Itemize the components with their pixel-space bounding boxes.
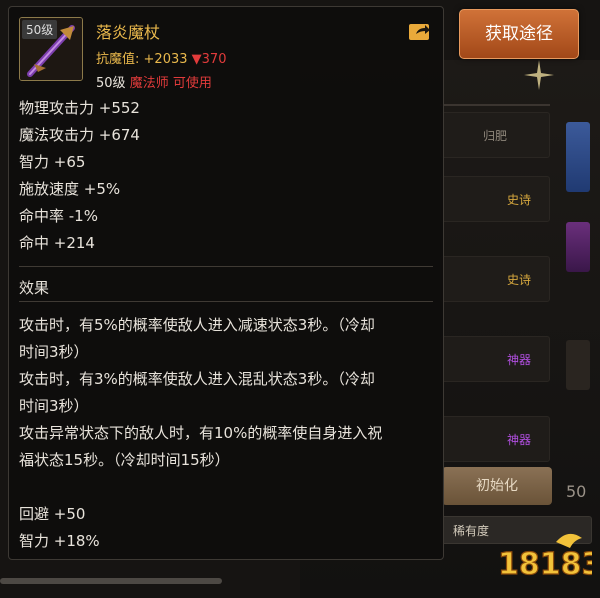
item-level-badge: 50级: [22, 20, 58, 39]
bonus-stat-list: 回避 +50 智力 +18%: [19, 501, 100, 555]
background-row[interactable]: 神器: [440, 336, 550, 382]
obtain-path-button[interactable]: 获取途径: [459, 9, 579, 59]
background-divider: [440, 104, 550, 106]
watermark-logo: 18183: [496, 528, 600, 586]
background-row[interactable]: 史诗: [440, 256, 550, 302]
stat-list: 物理攻击力 +552 魔法攻击力 +674 智力 +65 施放速度 +5% 命中…: [19, 95, 140, 257]
requirement-row: 50级 魔法师 可使用: [96, 72, 212, 91]
resist-value: +2033: [143, 52, 188, 67]
background-row[interactable]: 神器: [440, 416, 550, 462]
side-item-thumbnail[interactable]: [566, 222, 590, 272]
effect-title: 效果: [19, 279, 50, 297]
share-icon[interactable]: [408, 21, 432, 41]
rarity-label: 神器: [507, 353, 532, 367]
bonus-stat-line: 智力 +18%: [19, 532, 100, 550]
effect-line: 时间3秒）: [19, 397, 89, 415]
divider: [19, 301, 433, 302]
rarity-select-label: 稀有度: [453, 524, 490, 538]
bonus-stat-line: 回避 +50: [19, 505, 86, 523]
rarity-label: 神器: [507, 433, 532, 447]
stat-line: 智力 +65: [19, 153, 86, 171]
background-row[interactable]: 史诗: [440, 176, 550, 222]
effect-line: 攻击异常状态下的敌人时，有10%的概率使自身进入祝: [19, 424, 383, 442]
sparkle-icon: [524, 60, 554, 90]
side-item-thumbnail[interactable]: [566, 122, 590, 192]
background-tab[interactable]: 归肥: [440, 112, 550, 158]
stat-line: 魔法攻击力 +674: [19, 126, 140, 144]
required-class: 魔法师 可使用: [129, 76, 212, 91]
effect-line: 攻击时，有3%的概率使敌人进入混乱状态3秒。（冷却: [19, 370, 375, 388]
stat-line: 命中 +214: [19, 234, 95, 252]
side-number: 50: [566, 482, 587, 501]
stat-line: 命中率 -1%: [19, 207, 98, 225]
stat-line: 物理攻击力 +552: [19, 99, 140, 117]
effect-line: 时间3秒）: [19, 343, 89, 361]
divider: [19, 266, 433, 267]
resist-value-row: 抗魔值: +2033 ▼370: [96, 48, 226, 67]
stat-line: 施放速度 +5%: [19, 180, 121, 198]
effect-line: 福状态15秒。（冷却时间15秒）: [19, 451, 230, 469]
item-tooltip: 50级 落炎魔杖 抗魔值: +2033 ▼370 50级 魔法师 可使用 物理攻…: [8, 6, 444, 560]
rarity-label: 史诗: [507, 193, 532, 207]
effect-list: 攻击时，有5%的概率使敌人进入减速状态3秒。（冷却 时间3秒） 攻击时，有3%的…: [19, 312, 433, 474]
item-icon: 50级: [19, 17, 83, 81]
required-level: 50级: [96, 76, 126, 91]
horizontal-scrollbar[interactable]: [0, 578, 222, 584]
initialize-button[interactable]: 初始化: [442, 467, 552, 505]
resist-label: 抗魔值:: [96, 52, 140, 67]
resist-delta: ▼370: [191, 52, 227, 67]
rarity-label: 史诗: [507, 273, 532, 287]
background-tab-label: 归肥: [483, 129, 508, 143]
watermark-text: 18183: [498, 547, 592, 582]
item-name: 落炎魔杖: [96, 23, 161, 42]
side-item-thumbnail[interactable]: [566, 340, 590, 390]
effect-line: 攻击时，有5%的概率使敌人进入减速状态3秒。（冷却: [19, 316, 375, 334]
